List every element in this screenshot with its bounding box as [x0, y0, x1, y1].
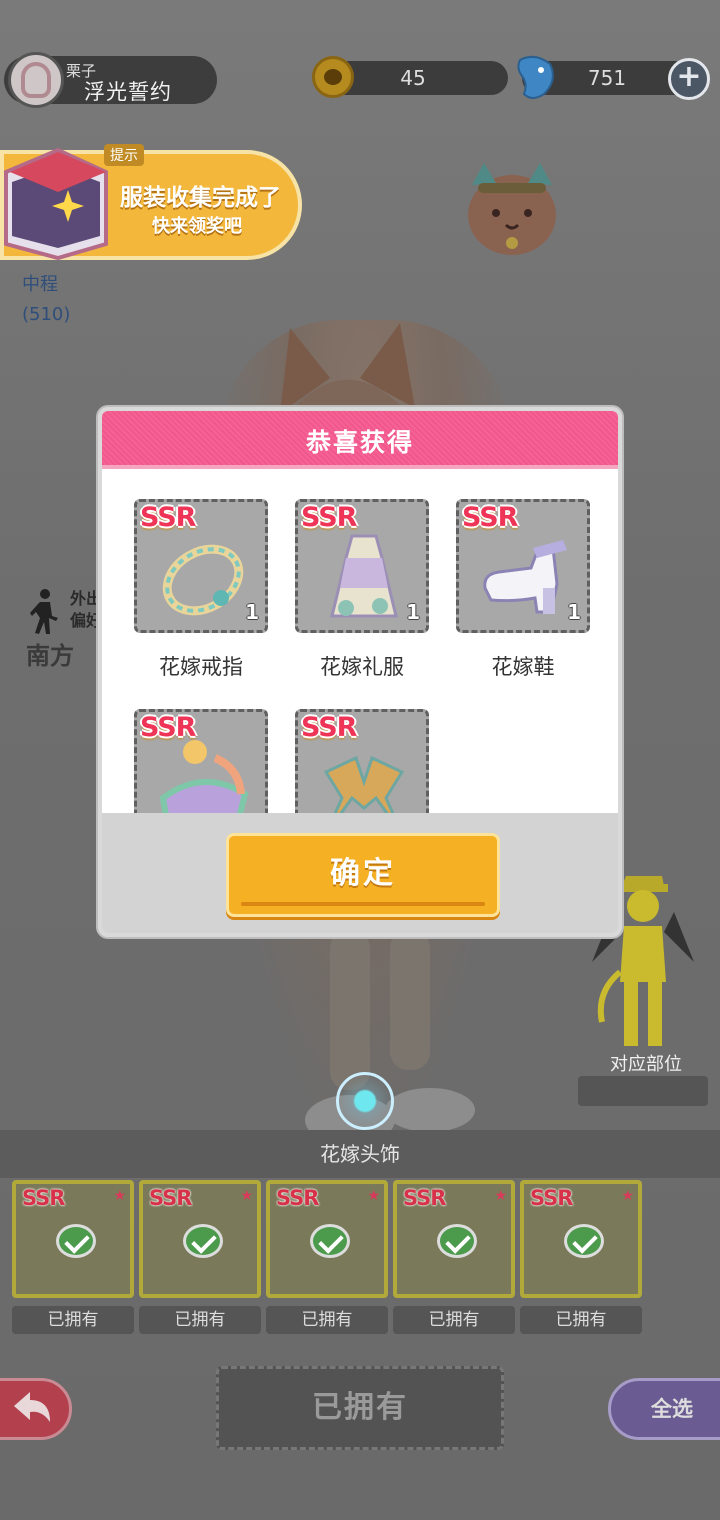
tip-message: 服装收集完成了: [120, 185, 281, 211]
collection-item-dress[interactable]: SSR ★: [520, 1180, 642, 1298]
skirt-icon: [159, 740, 249, 813]
owned-status: 已拥有: [12, 1306, 134, 1334]
star-icon: ★: [240, 1188, 253, 1204]
add-currency-button[interactable]: +: [668, 58, 710, 100]
rarity-label: SSR: [530, 1186, 573, 1210]
star-icon: ★: [113, 1188, 126, 1204]
reward-dialog: 恭喜获得 SSR 1 花嫁戒指 SSR 1 花嫁礼服 SSR 1 花嫁鞋 SSR…: [98, 407, 622, 937]
reward-count: 1: [245, 600, 259, 624]
wardrobe-chest-icon: [4, 147, 108, 261]
tip-subtext: 快来领奖吧: [152, 216, 242, 237]
paw-coin-icon: [312, 56, 354, 98]
selection-cursor: [336, 1072, 394, 1130]
distance-info: 中程 (510): [22, 270, 70, 330]
check-icon: [183, 1224, 223, 1258]
collection-item-ring[interactable]: SSR ★: [12, 1180, 134, 1298]
star-icon: ★: [621, 1188, 634, 1204]
owned-button[interactable]: 已拥有: [216, 1366, 504, 1450]
reward-item-ring[interactable]: SSR 1: [134, 499, 268, 633]
check-icon: [56, 1224, 96, 1258]
owned-status: 已拥有: [393, 1306, 515, 1334]
outing-direction: 南方: [26, 642, 74, 670]
ring-icon: [162, 544, 244, 616]
rarity-label: SSR: [22, 1186, 65, 1210]
reward-list[interactable]: SSR 1 花嫁戒指 SSR 1 花嫁礼服 SSR 1 花嫁鞋 SSR SSR: [102, 473, 618, 813]
reward-name: 花嫁礼服: [320, 655, 404, 679]
dialog-header: 恭喜获得: [102, 411, 618, 469]
rarity-label: SSR: [149, 1186, 192, 1210]
rarity-label: SSR: [301, 712, 357, 743]
reward-item-skirt[interactable]: SSR: [134, 709, 268, 813]
rarity-label: SSR: [301, 502, 357, 533]
collection-items: SSR ★ 已拥有 SSR ★ 已拥有 SSR ★ 已拥有 SSR ★ 已拥有 …: [12, 1180, 652, 1340]
player-avatar[interactable]: [8, 52, 64, 108]
reward-count: 1: [567, 600, 581, 624]
gem-value: 751: [587, 66, 627, 90]
select-all-button[interactable]: 全选: [608, 1378, 720, 1440]
tip-tag: 提示: [104, 144, 144, 166]
walking-person-icon: [30, 589, 58, 634]
reward-name: 花嫁鞋: [491, 655, 555, 679]
check-icon: [564, 1224, 604, 1258]
back-arrow-icon: [14, 1392, 50, 1422]
reward-item-shoes[interactable]: SSR 1: [456, 499, 590, 633]
distance-label: 中程: [22, 274, 58, 295]
reward-item-ribbon[interactable]: SSR: [295, 709, 429, 813]
player-title: 浮光誓约: [84, 80, 172, 104]
owned-status: 已拥有: [266, 1306, 388, 1334]
rarity-label: SSR: [403, 1186, 446, 1210]
cat-npc-icon[interactable]: [456, 155, 568, 265]
check-icon: [437, 1224, 477, 1258]
body-part-bar: [578, 1076, 708, 1106]
collection-item-ribbon[interactable]: SSR ★: [266, 1180, 388, 1298]
dialog-title: 恭喜获得: [305, 428, 414, 457]
collection-item-skirt[interactable]: SSR ★: [139, 1180, 261, 1298]
dress-icon: [330, 534, 398, 618]
collection-item-shoes[interactable]: SSR ★: [393, 1180, 515, 1298]
check-icon: [310, 1224, 350, 1258]
reward-item-dress[interactable]: SSR 1: [295, 499, 429, 633]
current-item-name: 花嫁头饰: [320, 1142, 400, 1166]
rarity-label: SSR: [276, 1186, 319, 1210]
gold-value: 45: [400, 66, 426, 90]
distance-value: (510): [22, 304, 71, 325]
shoes-icon: [483, 540, 567, 614]
ribbon-icon: [323, 755, 405, 813]
avatar-icon: [21, 62, 51, 98]
confirm-button[interactable]: 确定: [226, 833, 500, 917]
star-icon: ★: [367, 1188, 380, 1204]
rarity-label: SSR: [140, 712, 196, 743]
owned-status: 已拥有: [520, 1306, 642, 1334]
body-part-label: 对应部位: [610, 1054, 682, 1075]
reward-count: 1: [406, 600, 420, 624]
dialog-footer: 确定: [102, 813, 618, 933]
cat-ears-icon: [280, 323, 415, 413]
blue-fish-gem-icon: [517, 55, 554, 99]
reward-name: 花嫁戒指: [159, 655, 243, 679]
star-icon: ★: [494, 1188, 507, 1204]
rarity-label: SSR: [140, 502, 196, 533]
rarity-label: SSR: [462, 502, 518, 533]
owned-status: 已拥有: [139, 1306, 261, 1334]
